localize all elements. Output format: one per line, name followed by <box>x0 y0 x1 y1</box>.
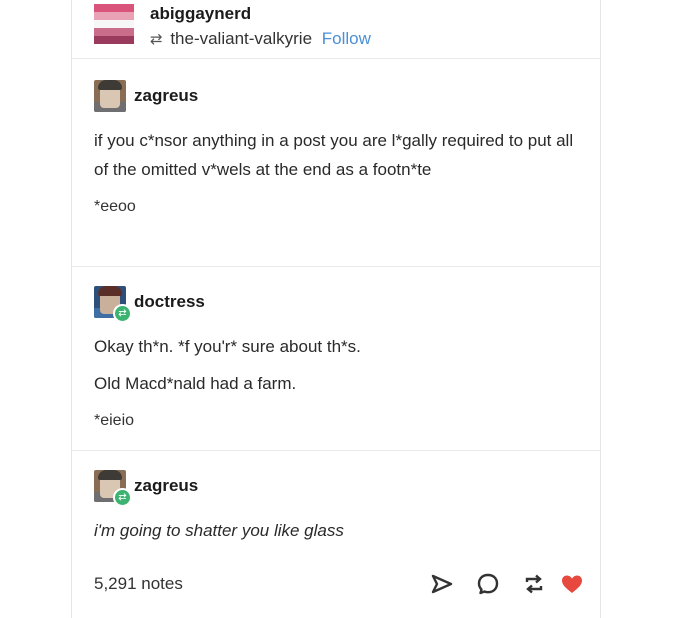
reblog-entry: ⇄ doctress Okay th*n. *f you'r* sure abo… <box>94 286 578 435</box>
notes-count[interactable]: 5,291 notes <box>94 574 183 594</box>
username[interactable]: doctress <box>134 292 205 312</box>
paragraph: Okay th*n. *f you'r* sure about th*s. <box>94 337 361 356</box>
entry-head: ⇄ doctress <box>94 286 578 323</box>
entry-head: zagreus <box>94 80 578 116</box>
user-avatar[interactable] <box>94 80 126 112</box>
post-footer: 5,291 notes <box>94 566 582 606</box>
reblog-small-icon: ⇄ <box>150 31 163 48</box>
blog-avatar[interactable] <box>94 4 134 44</box>
follow-button[interactable]: Follow <box>322 29 371 48</box>
reblog-entry: ⇄ zagreus i'm going to shatter you like … <box>94 470 578 553</box>
entry-text: Okay th*n. *f you'r* sure about th*s. Ol… <box>94 332 578 435</box>
footnote: *eeoo <box>94 198 136 215</box>
blog-name[interactable]: abiggaynerd <box>150 4 251 24</box>
entry-text: i'm going to shatter you like glass <box>94 516 578 545</box>
share-icon[interactable] <box>428 570 456 598</box>
reblog-entry: zagreus if you c*nsor anything in a post… <box>94 80 578 221</box>
like-icon[interactable] <box>558 570 586 598</box>
entry-text: if you c*nsor anything in a post you are… <box>94 126 578 221</box>
reblog-icon[interactable] <box>520 570 548 598</box>
username[interactable]: zagreus <box>134 86 198 106</box>
divider <box>72 58 600 59</box>
footnote: *eieio <box>94 412 135 429</box>
paragraph: i'm going to shatter you like glass <box>94 521 344 540</box>
reblogged-from-link[interactable]: the-valiant-valkyrie <box>170 29 312 48</box>
username[interactable]: zagreus <box>134 476 198 496</box>
divider <box>72 450 600 451</box>
paragraph: if you c*nsor anything in a post you are… <box>94 131 574 179</box>
reply-icon[interactable] <box>474 570 502 598</box>
post-actions <box>368 570 582 602</box>
post-card: abiggaynerd ⇄ the-valiant-valkyrie Follo… <box>71 0 601 618</box>
reblog-badge-icon: ⇄ <box>113 488 132 507</box>
reblog-line: ⇄ the-valiant-valkyrie Follow <box>150 29 371 49</box>
post-header: abiggaynerd ⇄ the-valiant-valkyrie Follo… <box>94 0 574 56</box>
entry-head: ⇄ zagreus <box>94 470 578 507</box>
paragraph: Old Macd*nald had a farm. <box>94 374 297 393</box>
reblog-badge-icon: ⇄ <box>113 304 132 323</box>
divider <box>72 266 600 267</box>
